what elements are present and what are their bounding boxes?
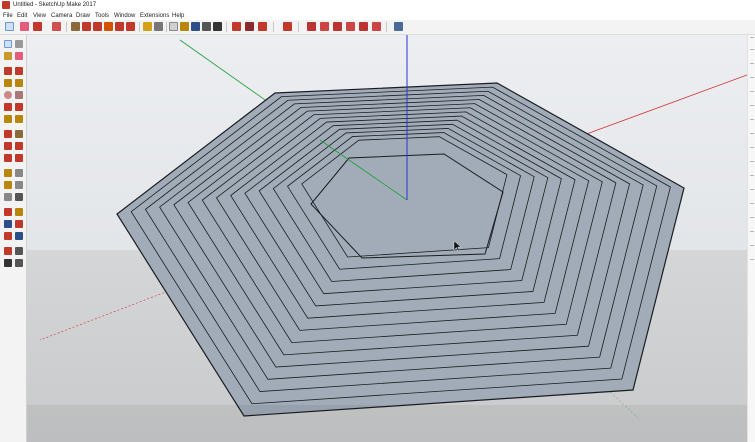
move-icon[interactable] (4, 130, 12, 138)
orbit-icon[interactable] (4, 208, 12, 216)
pie-icon[interactable] (15, 103, 23, 111)
follow-me-icon[interactable] (15, 142, 23, 150)
line-icon[interactable] (4, 67, 12, 75)
follow-me-icon[interactable] (126, 22, 135, 31)
iso-icon[interactable] (307, 22, 316, 31)
pan-icon[interactable] (15, 208, 23, 216)
menu-extensions[interactable]: Extensions (140, 12, 169, 20)
warehouse-icon[interactable] (232, 22, 241, 31)
zoom-icon[interactable] (4, 220, 12, 228)
walk-icon[interactable] (4, 259, 12, 267)
orbit-icon[interactable] (169, 22, 178, 31)
pencil-icon[interactable] (33, 22, 42, 31)
zoom-extents-icon[interactable] (202, 22, 211, 31)
menu-help[interactable]: Help (172, 12, 184, 20)
polygon-icon[interactable] (15, 91, 23, 99)
offset-icon[interactable] (115, 22, 124, 31)
menu-view[interactable]: View (33, 12, 46, 20)
select-icon[interactable] (4, 40, 12, 48)
close-tools-icon[interactable] (213, 22, 222, 31)
pan-icon[interactable] (180, 22, 189, 31)
menu-window[interactable]: Window (114, 12, 135, 20)
dimension-icon[interactable] (4, 193, 12, 201)
menu-draw[interactable]: Draw (76, 12, 90, 20)
offset-icon[interactable] (15, 154, 23, 162)
scale-icon[interactable] (104, 22, 113, 31)
right-icon[interactable] (346, 22, 355, 31)
zoom-icon[interactable] (191, 22, 200, 31)
eraser-icon[interactable] (15, 52, 23, 60)
scale-icon[interactable] (4, 154, 12, 162)
menu-bar: File Edit View Camera Draw Tools Window … (0, 11, 755, 20)
text-icon[interactable] (154, 22, 163, 31)
front-icon[interactable] (333, 22, 342, 31)
look-around-icon[interactable] (15, 247, 23, 255)
rotate-icon[interactable] (93, 22, 102, 31)
arc-icon[interactable] (52, 22, 61, 31)
large-tool-set (0, 35, 27, 442)
menu-tools[interactable]: Tools (95, 12, 109, 20)
two-point-arc-icon[interactable] (15, 115, 23, 123)
back-icon[interactable] (359, 22, 368, 31)
circle-icon[interactable] (4, 91, 12, 99)
extension-icon[interactable] (258, 22, 267, 31)
drawing-viewport[interactable] (27, 35, 747, 442)
three-point-arc-icon[interactable] (4, 115, 12, 123)
push-pull-icon[interactable] (15, 130, 23, 138)
title-bar: Untitled - SketchUp Make 2017 (0, 0, 755, 11)
freehand-icon[interactable] (15, 67, 23, 75)
select-icon[interactable] (5, 22, 14, 31)
top-icon[interactable] (320, 22, 329, 31)
left-icon[interactable] (372, 22, 381, 31)
right-edge-panel (747, 35, 755, 442)
arc-icon[interactable] (4, 103, 12, 111)
tape-measure-icon[interactable] (4, 169, 12, 177)
axes-icon[interactable] (15, 181, 23, 189)
rotated-rectangle-icon[interactable] (15, 79, 23, 87)
tape-measure-icon[interactable] (143, 22, 152, 31)
zoom-window-icon[interactable] (15, 220, 23, 228)
styles-icon[interactable] (394, 22, 403, 31)
push-pull-icon[interactable] (71, 22, 80, 31)
section-plane-icon[interactable] (15, 259, 23, 267)
eraser-icon[interactable] (20, 22, 29, 31)
rotate-icon[interactable] (4, 142, 12, 150)
rectangle-icon[interactable] (4, 79, 12, 87)
menu-camera[interactable]: Camera (51, 12, 72, 20)
position-camera-icon[interactable] (4, 247, 12, 255)
text-icon[interactable] (15, 169, 23, 177)
menu-file[interactable]: File (3, 12, 13, 20)
previous-view-icon[interactable] (15, 232, 23, 240)
paint-icon[interactable] (4, 52, 12, 60)
sketchup-logo-icon (2, 1, 10, 9)
protractor-icon[interactable] (4, 181, 12, 189)
window-title: Untitled - SketchUp Make 2017 (13, 2, 97, 8)
menu-edit[interactable]: Edit (17, 12, 27, 20)
3d-text-icon[interactable] (15, 193, 23, 201)
ruby-icon[interactable] (283, 22, 292, 31)
component-icon[interactable] (15, 40, 23, 48)
bottom-shadow (27, 405, 747, 442)
main-toolbar (0, 20, 755, 35)
component-icon[interactable] (245, 22, 254, 31)
zoom-extents-icon[interactable] (4, 232, 12, 240)
move-icon[interactable] (82, 22, 91, 31)
